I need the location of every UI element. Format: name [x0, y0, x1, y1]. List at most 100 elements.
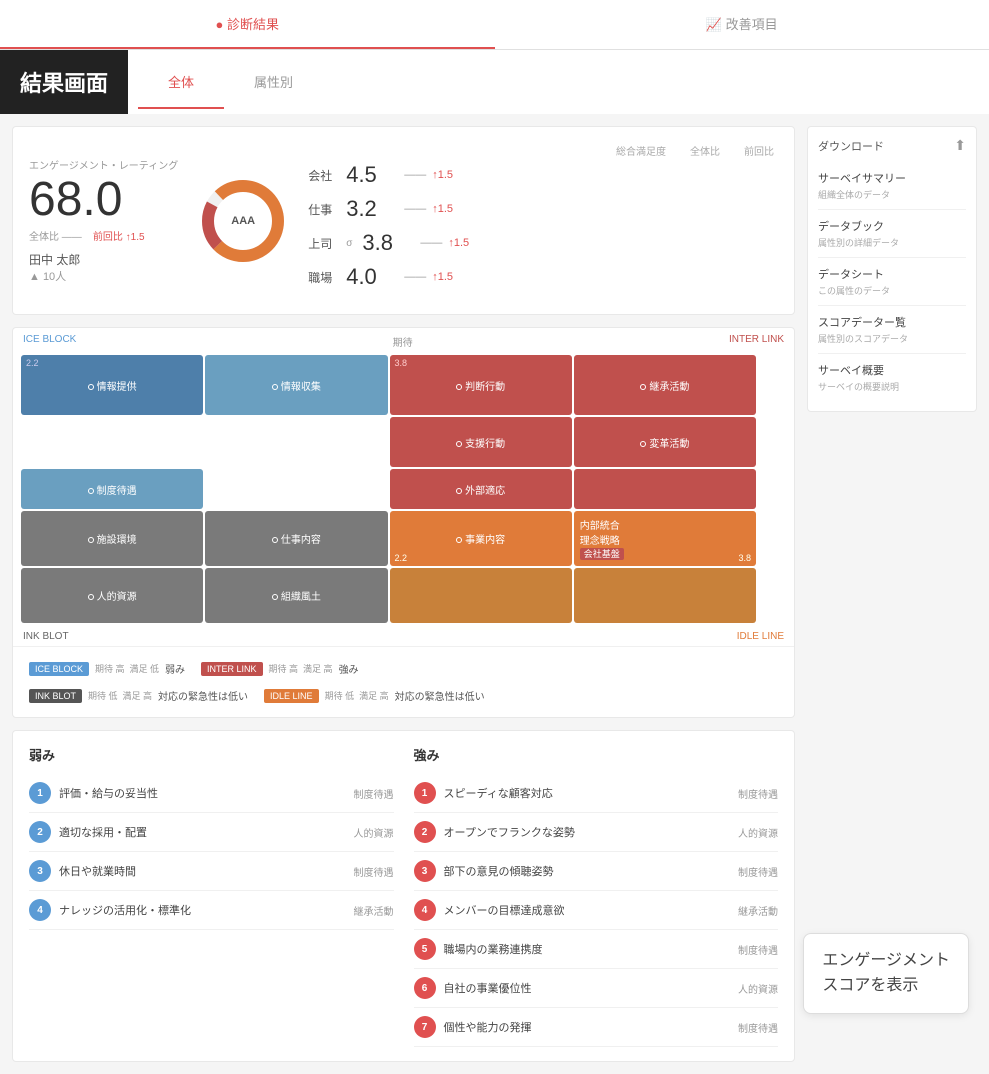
weak-title: 弱み: [29, 745, 394, 764]
scores-header-total: 総合満足度: [616, 143, 666, 158]
strong-item-2: 2 オープンでフランクな姿勢 人的資源: [414, 813, 779, 852]
sub-tab-attribute[interactable]: 属性別: [224, 56, 323, 109]
strong-tag-4: 継承活動: [738, 903, 778, 918]
weak-num-4: 4: [29, 899, 51, 921]
download-header: ダウンロード ⬆: [818, 137, 966, 154]
weak-text-3: 休日や就業時間: [59, 863, 346, 879]
strong-item-5: 5 職場内の業務連携度 制度待遇: [414, 930, 779, 969]
matrix-cell-row2-col1: [21, 417, 203, 467]
weak-tag-4: 継承活動: [354, 903, 394, 918]
strong-section: 強み 1 スピーディな顧客対応 制度待遇 2 オープンでフランクな姿勢 人的資源: [414, 745, 779, 1047]
strong-text-5: 職場内の業務連携度: [444, 941, 731, 957]
matrix-header: ICE BLOCK 期待 INTER LINK: [13, 328, 794, 355]
matrix-cell-row3-col3: 外部適応: [390, 469, 572, 509]
download-item-4-sub: 属性別のスコアデータ: [818, 332, 966, 345]
legend-section: ICE BLOCK 期待 高 満足 低 弱み INTER LINK 期待 高 満…: [13, 646, 794, 717]
matrix-card: ICE BLOCK 期待 INTER LINK 2.2 情報提供 情報収集: [12, 327, 795, 718]
weak-tag-1: 制度待遇: [354, 786, 394, 801]
weak-num-1: 1: [29, 782, 51, 804]
strong-text-4: メンバーの目標達成意欲: [444, 902, 731, 918]
download-item-4[interactable]: スコアデーター覧 属性別のスコアデータ: [818, 306, 966, 354]
scores-header-all: 全体比: [690, 143, 720, 158]
matrix-cell-row5-col1: 人的資源: [21, 568, 203, 623]
engagement-tooltip: エンゲージメントスコアを表示: [803, 933, 969, 1014]
score-item-1: 会社 4.5 ―― ↑1.5: [308, 162, 778, 188]
donut-label: AAA: [231, 215, 255, 227]
strong-tag-1: 制度待遇: [738, 786, 778, 801]
weak-text-2: 適切な採用・配置: [59, 824, 346, 840]
weak-num-2: 2: [29, 821, 51, 843]
strong-num-5: 5: [414, 938, 436, 960]
matrix-inter-label: INTER LINK: [729, 334, 784, 349]
strong-item-6: 6 自社の事業優位性 人的資源: [414, 969, 779, 1008]
ws-grid: 弱み 1 評価・給与の妥当性 制度待遇 2 適切な採用・配置 人的資源 3: [29, 745, 778, 1047]
engagement-score: 68.0: [29, 176, 178, 224]
tab-improvement[interactable]: 📈 改善項目: [495, 0, 989, 49]
tab-improvement-icon: 📈: [706, 17, 726, 32]
matrix-cell-row3-col1: 制度待遇: [21, 469, 203, 509]
main-content: エンゲージメント・レーティング 68.0 全体比 ―― 前回比 ↑1.5 田中 …: [0, 114, 989, 1074]
score-item-2: 仕事 3.2 ―― ↑1.5: [308, 196, 778, 222]
strong-tag-7: 制度待遇: [738, 1020, 778, 1035]
weak-section: 弱み 1 評価・給与の妥当性 制度待遇 2 適切な採用・配置 人的資源 3: [29, 745, 394, 1047]
matrix-cell-row4-col4: 内部統合理念戦略会社基盤 3.8: [574, 511, 756, 566]
download-item-3-sub: この属性のデータ: [818, 284, 966, 297]
strong-num-2: 2: [414, 821, 436, 843]
strong-text-3: 部下の意見の傾聴姿勢: [444, 863, 731, 879]
download-item-5[interactable]: サーベイ概要 サーベイの概要説明: [818, 354, 966, 401]
strong-tag-3: 制度待遇: [738, 864, 778, 879]
ws-card: 弱み 1 評価・給与の妥当性 制度待遇 2 適切な採用・配置 人的資源 3: [12, 730, 795, 1062]
matrix-cell-row2-col2: [205, 417, 387, 467]
download-item-1-title: サーベイサマリー: [818, 170, 966, 186]
strong-title: 強み: [414, 745, 779, 764]
matrix-cell-row4-col1: 施設環境: [21, 511, 203, 566]
legend-ink-badge: INK BLOT: [29, 689, 82, 703]
matrix-cell-row5-col3: [390, 568, 572, 623]
strong-item-7: 7 個性や能力の発揮 制度待遇: [414, 1008, 779, 1047]
legend-idle: IDLE LINE 期待 低 満足 高 対応の緊急性は低い: [264, 688, 485, 703]
download-item-1[interactable]: サーベイサマリー 組織全体のデータ: [818, 162, 966, 210]
strong-text-6: 自社の事業優位性: [444, 980, 731, 996]
tab-improvement-label: 改善項目: [726, 17, 778, 32]
weak-text-1: 評価・給与の妥当性: [59, 785, 346, 801]
download-item-2-title: データブック: [818, 218, 966, 234]
tab-diagnosis[interactable]: ● 診断結果: [0, 0, 495, 49]
download-icon[interactable]: ⬆: [954, 137, 966, 154]
sub-tabs: 全体 属性別: [128, 56, 989, 109]
download-item-2[interactable]: データブック 属性別の詳細データ: [818, 210, 966, 258]
legend-idle-badge: IDLE LINE: [264, 689, 319, 703]
scores-header: 総合満足度 全体比 前回比: [308, 143, 778, 158]
strong-text-7: 個性や能力の発揮: [444, 1019, 731, 1035]
matrix-cell-row4-col3: 事業内容 2.2: [390, 511, 572, 566]
score-item-4: 職場 4.0 ―― ↑1.5: [308, 264, 778, 290]
weak-tag-2: 人的資源: [354, 825, 394, 840]
matrix-footer: INK BLOT IDLE LINE: [13, 627, 794, 646]
download-item-5-sub: サーベイの概要説明: [818, 380, 966, 393]
engagement-card: エンゲージメント・レーティング 68.0 全体比 ―― 前回比 ↑1.5 田中 …: [12, 126, 795, 315]
engagement-left: エンゲージメント・レーティング 68.0 全体比 ―― 前回比 ↑1.5 田中 …: [29, 157, 178, 284]
engagement-label: エンゲージメント・レーティング: [29, 157, 178, 172]
matrix-cell-row1-col4: 継承活動: [574, 355, 756, 415]
matrix-cell-row5-col4: [574, 568, 756, 623]
weak-text-4: ナレッジの活用化・標準化: [59, 902, 346, 918]
engagement-sub: 全体比 ―― 前回比 ↑1.5: [29, 228, 178, 243]
strong-num-1: 1: [414, 782, 436, 804]
weak-item-2: 2 適切な採用・配置 人的資源: [29, 813, 394, 852]
legend-inter: INTER LINK 期待 高 満足 高 強み: [201, 661, 359, 676]
strong-num-3: 3: [414, 860, 436, 882]
matrix-cell-row1-col2: 情報収集: [205, 355, 387, 415]
strong-num-4: 4: [414, 899, 436, 921]
legend-ice-badge: ICE BLOCK: [29, 662, 89, 676]
score-item-3: 上司 σ 3.8 ―― ↑1.5: [308, 230, 778, 256]
strong-item-1: 1 スピーディな顧客対応 制度待遇: [414, 774, 779, 813]
strong-num-6: 6: [414, 977, 436, 999]
matrix-outer: 2.2 情報提供 情報収集 3.8 判断行動 継承活動: [13, 355, 794, 627]
matrix-grid: 2.2 情報提供 情報収集 3.8 判断行動 継承活動: [13, 355, 764, 627]
weak-num-3: 3: [29, 860, 51, 882]
sub-tab-all[interactable]: 全体: [138, 56, 224, 109]
tooltip-text: エンゲージメントスコアを表示: [822, 952, 950, 995]
legend-row-2: INK BLOT 期待 低 満足 高 対応の緊急性は低い IDLE LINE 期…: [21, 682, 786, 709]
scores-section: 総合満足度 全体比 前回比 会社 4.5 ―― ↑1.5 仕事 3.2 ――: [308, 143, 778, 298]
matrix-cell-row2-col4: 変革活動: [574, 417, 756, 467]
download-item-3[interactable]: データシート この属性のデータ: [818, 258, 966, 306]
